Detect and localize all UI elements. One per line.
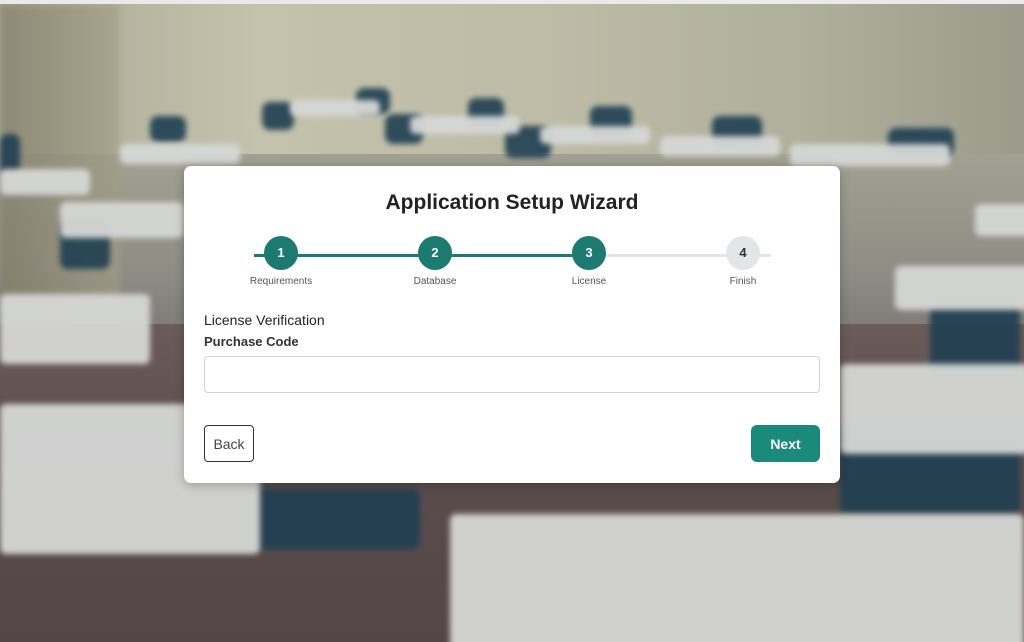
background-desk (660, 136, 780, 156)
background-desk (120, 144, 240, 164)
step-label: Requirements (249, 276, 313, 287)
background-desk (410, 116, 520, 134)
step-label: License (571, 276, 607, 287)
wizard-title: Application Setup Wizard (385, 191, 639, 214)
background-desk (290, 100, 380, 116)
step-label: Database (413, 276, 457, 287)
wizard-stepper: 1 Requirements 2 Database 3 License 4 Fi… (184, 236, 840, 296)
background-desk (840, 364, 1024, 454)
section-title: License Verification (204, 312, 325, 328)
background-desk (450, 514, 1024, 642)
step-number: 3 (572, 236, 606, 270)
step-license: 3 License (529, 236, 649, 287)
step-requirements: 1 Requirements (221, 236, 341, 287)
background-desk (540, 126, 650, 144)
background-desk (895, 266, 1024, 310)
step-number: 1 (264, 236, 298, 270)
back-button[interactable]: Back (204, 425, 254, 462)
purchase-code-label: Purchase Code (204, 334, 299, 349)
next-button[interactable]: Next (751, 425, 820, 462)
setup-wizard-card: Application Setup Wizard 1 Requirements … (184, 166, 840, 483)
background-desk (790, 144, 950, 166)
background-chair (0, 134, 20, 174)
background-desk (60, 202, 184, 238)
background-desk (0, 169, 90, 195)
background-chair (150, 116, 186, 142)
purchase-code-input[interactable] (204, 356, 820, 393)
step-finish: 4 Finish (683, 236, 803, 287)
step-number: 2 (418, 236, 452, 270)
step-database: 2 Database (375, 236, 495, 287)
background-desk (0, 294, 150, 364)
step-number: 4 (726, 236, 760, 270)
background-chair (250, 489, 420, 549)
step-label: Finish (729, 276, 757, 287)
background-desk (975, 204, 1024, 236)
